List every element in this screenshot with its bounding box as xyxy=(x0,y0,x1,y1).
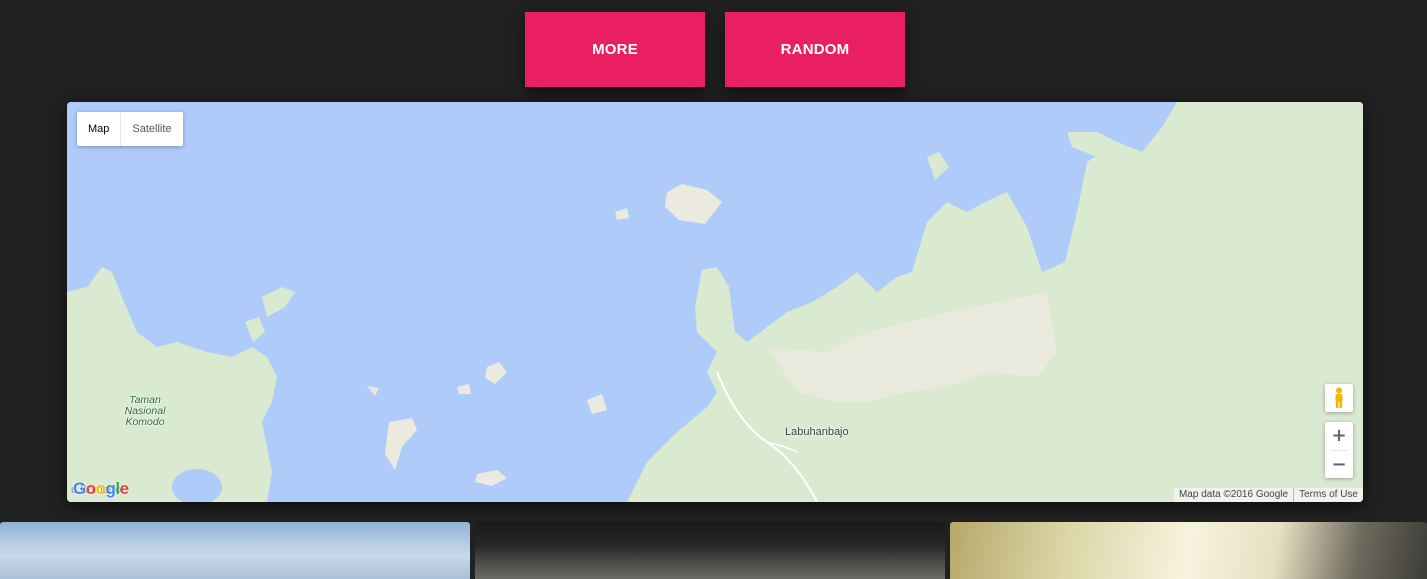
pegman-button[interactable] xyxy=(1325,384,1353,412)
zoom-in-button[interactable]: + xyxy=(1325,422,1353,450)
zoom-control: + − xyxy=(1325,422,1353,478)
zoom-out-button[interactable]: − xyxy=(1325,451,1353,479)
map-type-map-button[interactable]: Map xyxy=(77,112,122,146)
map-attribution: Map data ©2016 Google Terms of Use xyxy=(1173,488,1363,502)
park-label: Taman Nasional Komodo xyxy=(115,395,175,428)
map-view[interactable]: Map Satellite Taman Nasional Komodo Labu… xyxy=(67,102,1363,502)
terms-of-use-link[interactable]: Terms of Use xyxy=(1293,488,1363,502)
google-logo: Google xyxy=(73,479,129,498)
pegman-icon xyxy=(1335,387,1343,408)
park-label-line3: Komodo xyxy=(125,416,165,428)
map-type-satellite-button[interactable]: Satellite xyxy=(121,112,182,146)
plus-icon: + xyxy=(1331,425,1347,446)
photo-thumbnail-dark[interactable] xyxy=(475,522,945,579)
photo-thumbnails xyxy=(0,520,1427,579)
action-buttons: MORE RANDOM xyxy=(0,12,1427,87)
map-terrain xyxy=(67,102,1363,502)
minus-icon: − xyxy=(1331,454,1347,475)
more-button[interactable]: MORE xyxy=(525,12,705,87)
map-type-control: Map Satellite xyxy=(77,112,183,146)
photo-thumbnail-sky[interactable] xyxy=(0,522,470,579)
photo-thumbnail-sunset[interactable] xyxy=(950,522,1427,579)
town-label: Labuhanbajo xyxy=(785,426,849,438)
map-data-text: Map data ©2016 Google xyxy=(1178,489,1289,500)
random-button[interactable]: RANDOM xyxy=(725,12,905,87)
